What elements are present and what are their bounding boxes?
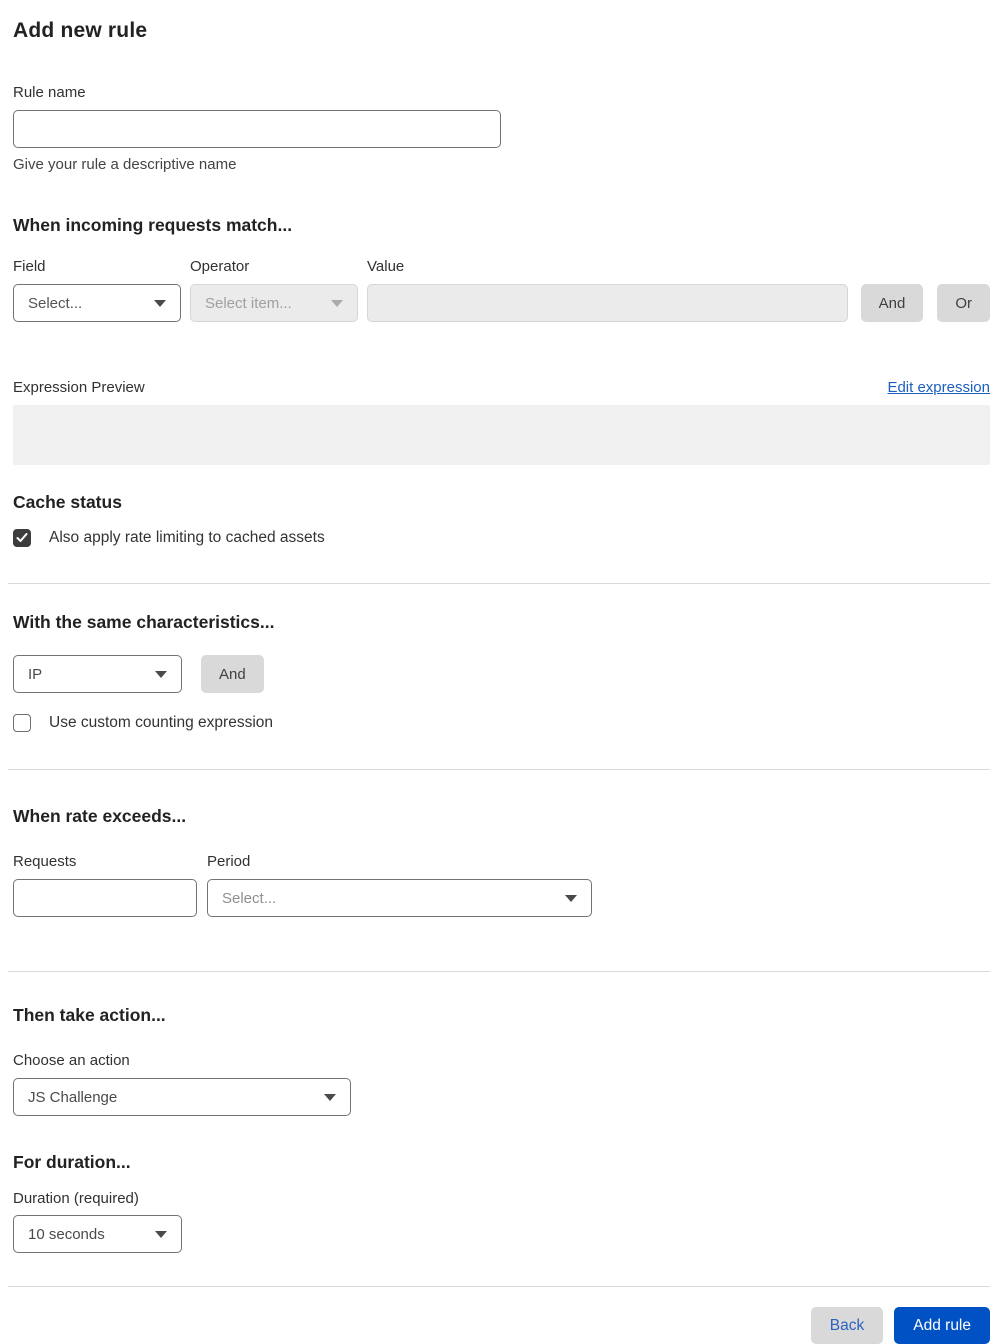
custom-counting-checkbox[interactable] [13, 714, 31, 732]
period-select[interactable]: Select... [207, 879, 592, 917]
back-button[interactable]: Back [810, 1307, 884, 1344]
expression-preview-label: Expression Preview [13, 379, 145, 396]
field-select[interactable]: Select... [13, 284, 181, 322]
field-label: Field [13, 258, 46, 275]
duration-select-value: 10 seconds [28, 1225, 105, 1243]
rule-name-label: Rule name [13, 84, 86, 101]
duration-select[interactable]: 10 seconds [13, 1215, 182, 1253]
rate-heading: When rate exceeds... [13, 806, 187, 826]
footer-divider [8, 1286, 990, 1287]
chevron-down-icon [155, 1230, 167, 1238]
chevron-down-icon [565, 894, 577, 902]
requests-input[interactable] [13, 879, 197, 917]
characteristics-select-value: IP [28, 665, 43, 683]
action-select-value: JS Challenge [28, 1088, 118, 1106]
section-divider [8, 769, 990, 770]
expression-preview-box [13, 405, 990, 465]
chevron-down-icon [154, 299, 166, 307]
section-divider [8, 583, 990, 584]
rule-name-helper: Give your rule a descriptive name [13, 156, 237, 173]
chevron-down-icon [331, 299, 343, 307]
or-button[interactable]: Or [937, 284, 990, 322]
checkmark-icon [16, 533, 28, 542]
action-label: Choose an action [13, 1052, 130, 1069]
characteristics-heading: With the same characteristics... [13, 612, 275, 632]
chevron-down-icon [155, 670, 167, 678]
value-input [367, 284, 848, 322]
action-select[interactable]: JS Challenge [13, 1078, 351, 1116]
cached-assets-checkbox[interactable] [13, 529, 31, 547]
match-section-heading: When incoming requests match... [13, 215, 293, 235]
and-button[interactable]: And [860, 284, 924, 322]
characteristics-select[interactable]: IP [13, 655, 182, 693]
duration-label: Duration (required) [13, 1190, 139, 1207]
characteristics-and-button[interactable]: And [201, 655, 264, 693]
period-select-placeholder: Select... [222, 889, 277, 907]
operator-select: Select item... [190, 284, 358, 322]
edit-expression-link[interactable]: Edit expression [887, 379, 990, 396]
rule-name-input[interactable] [13, 110, 501, 148]
cache-status-heading: Cache status [13, 492, 122, 512]
operator-select-value: Select item... [205, 294, 292, 312]
chevron-down-icon [324, 1093, 336, 1101]
action-heading: Then take action... [13, 1005, 166, 1025]
add-rule-button[interactable]: Add rule [894, 1307, 990, 1344]
operator-label: Operator [190, 258, 250, 275]
period-label: Period [207, 853, 251, 870]
requests-label: Requests [13, 853, 77, 870]
custom-counting-checkbox-label: Use custom counting expression [49, 714, 274, 731]
value-label: Value [367, 258, 405, 275]
page-title: Add new rule [13, 19, 148, 42]
section-divider [8, 971, 990, 972]
cached-assets-checkbox-label: Also apply rate limiting to cached asset… [49, 529, 325, 546]
duration-heading: For duration... [13, 1152, 131, 1172]
field-select-value: Select... [28, 294, 83, 312]
